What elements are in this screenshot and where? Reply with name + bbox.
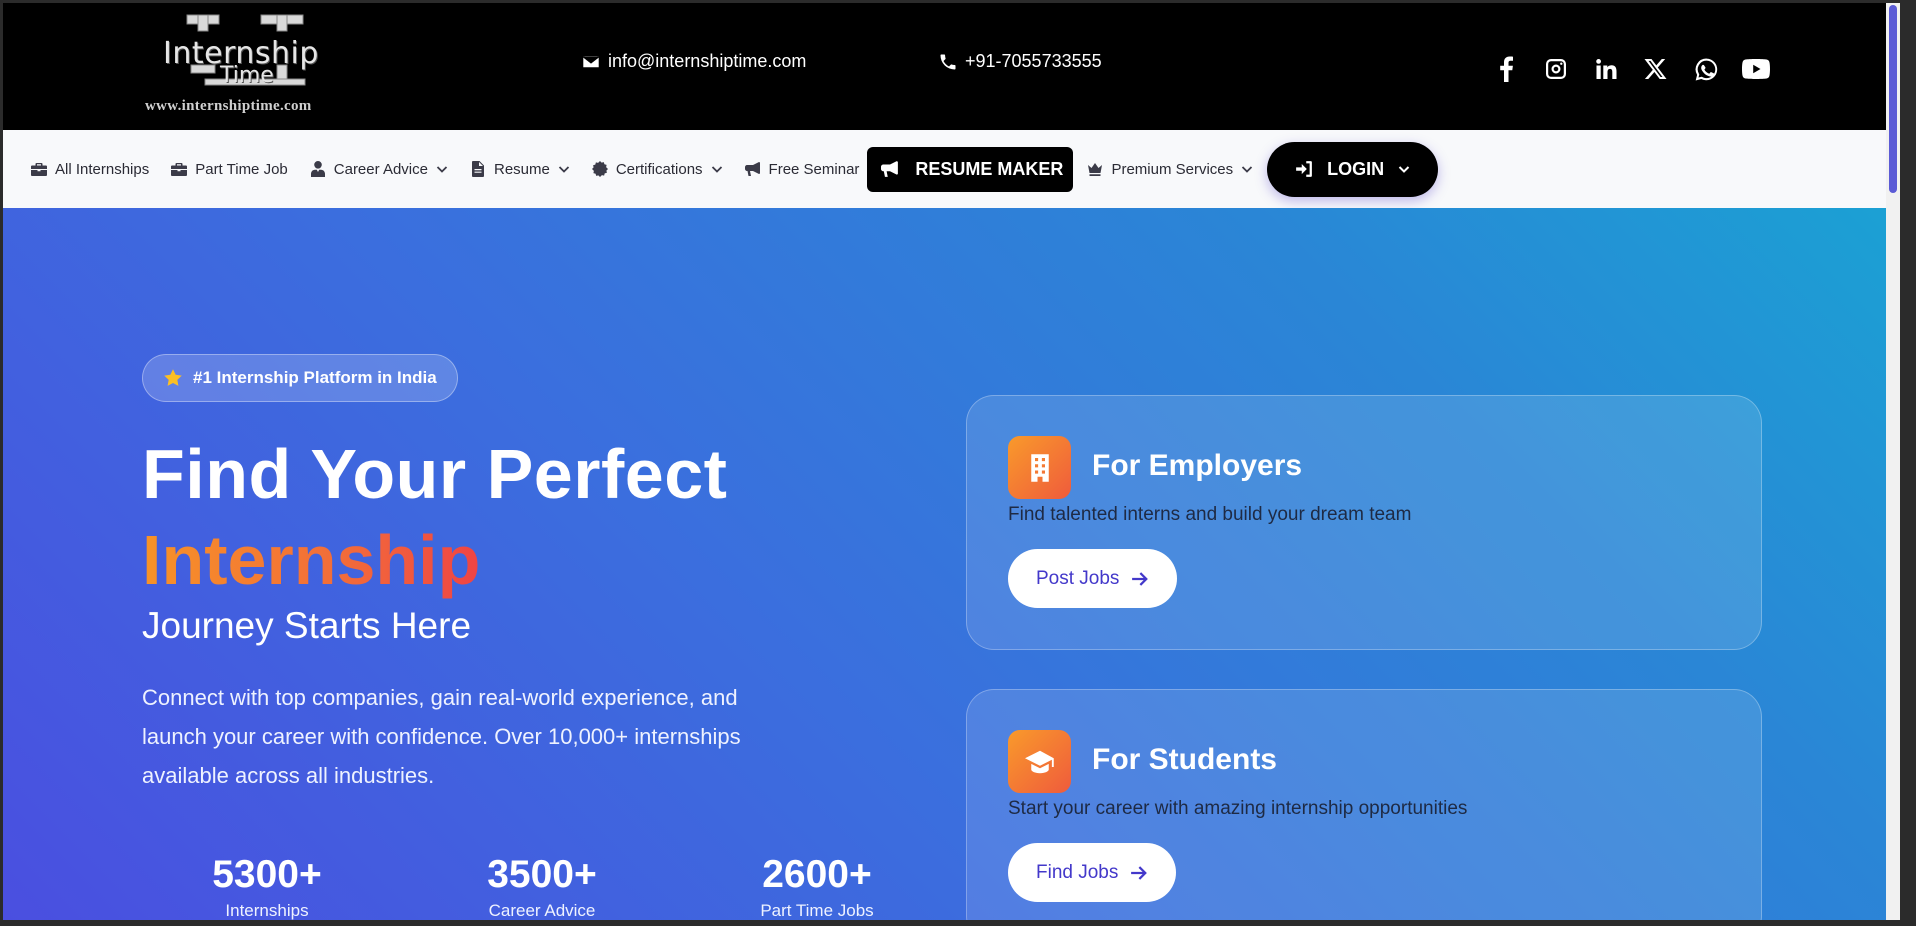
x-icon[interactable] <box>1642 55 1670 83</box>
top-bar: Internship Time www.internshiptime.com i… <box>3 3 1900 130</box>
chevron-down-icon <box>436 166 448 173</box>
badge-text: #1 Internship Platform in India <box>193 368 437 387</box>
chevron-down-icon <box>558 166 569 173</box>
nav-resume[interactable]: Resume <box>470 161 570 178</box>
stat-career-advice: 3500+ Career Advice <box>417 853 667 920</box>
login-button[interactable]: LOGIN <box>1267 141 1439 197</box>
facebook-icon[interactable] <box>1492 55 1520 83</box>
scrollbar-thumb[interactable] <box>1889 5 1897 193</box>
chevron-down-icon <box>711 166 722 173</box>
main-nav: All Internships Part Time Job Career Adv… <box>3 130 1900 208</box>
hero-description: Connect with top companies, gain real-wo… <box>142 685 741 788</box>
post-jobs-label: Post Jobs <box>1036 567 1120 589</box>
nav-certifications[interactable]: Certifications <box>591 160 723 178</box>
browser-viewport: Internship Time www.internshiptime.com i… <box>3 3 1900 920</box>
briefcase-icon <box>171 163 188 176</box>
login-label: LOGIN <box>1327 158 1385 179</box>
students-title: For Students <box>1092 743 1277 776</box>
bullhorn-icon <box>881 161 899 177</box>
site-logo[interactable]: Internship Time www.internshiptime.com <box>143 11 343 121</box>
resume-maker-label: RESUME MAKER <box>915 158 1064 179</box>
nav-career-advice[interactable]: Career Advice <box>310 161 448 178</box>
email-link[interactable]: info@internshiptime.com <box>581 51 806 72</box>
email-text: info@internshiptime.com <box>608 51 807 71</box>
star-icon <box>164 369 182 386</box>
stat-value: 3500+ <box>487 853 597 896</box>
students-card: For Students Start your career with amaz… <box>966 689 1762 920</box>
certificate-icon <box>591 161 608 177</box>
platform-badge: #1 Internship Platform in India <box>142 354 458 402</box>
phone-icon <box>940 54 956 69</box>
employers-title: For Employers <box>1092 449 1303 482</box>
whatsapp-icon[interactable] <box>1692 55 1720 83</box>
building-icon <box>1008 436 1071 499</box>
nav-label: Premium Services <box>1111 160 1234 178</box>
stat-label: Part Time Jobs <box>760 901 874 920</box>
user-tie-icon <box>310 161 325 177</box>
logo-text-secondary: Time <box>220 63 274 88</box>
students-description: Start your career with amazing internshi… <box>1008 798 1468 819</box>
find-jobs-button[interactable]: Find Jobs <box>1008 843 1177 902</box>
graduation-cap-icon <box>1008 730 1071 793</box>
arrow-right-icon <box>1132 571 1149 586</box>
post-jobs-button[interactable]: Post Jobs <box>1008 549 1178 608</box>
hero-title: Find Your Perfect <box>142 435 728 513</box>
stat-label: Career Advice <box>488 901 596 920</box>
stat-label: Internships <box>225 901 309 920</box>
find-jobs-label: Find Jobs <box>1036 861 1119 883</box>
briefcase-icon <box>31 163 47 176</box>
instagram-icon[interactable] <box>1542 55 1570 83</box>
stat-value: 2600+ <box>762 853 872 896</box>
nav-label: Career Advice <box>333 160 428 178</box>
phone-text: +91-7055733555 <box>965 51 1102 71</box>
hero-subtitle: Journey Starts Here <box>142 605 472 646</box>
nav-all-internships[interactable]: All Internships <box>31 161 149 178</box>
social-links <box>1492 55 1770 83</box>
nav-premium-services[interactable]: Premium Services <box>1087 161 1253 178</box>
stat-value: 5300+ <box>212 853 322 896</box>
crown-icon <box>1088 163 1103 176</box>
chevron-down-icon <box>1398 166 1410 173</box>
page-scrollbar[interactable] <box>1886 3 1900 920</box>
hero-section: #1 Internship Platform in India Find You… <box>3 208 1900 920</box>
envelope-icon <box>582 55 600 68</box>
nav-label: Free Seminar <box>768 160 860 178</box>
logo-url: www.internshiptime.com <box>145 98 312 114</box>
nav-label: All Internships <box>55 160 150 178</box>
nav-label: Certifications <box>615 160 703 178</box>
arrow-right-icon <box>1131 865 1148 880</box>
youtube-icon[interactable] <box>1742 55 1770 83</box>
employers-card: For Employers Find talented interns and … <box>966 395 1762 650</box>
sign-in-icon <box>1296 161 1313 177</box>
nav-free-seminar[interactable]: Free Seminar <box>744 160 860 178</box>
nav-label: Resume <box>493 160 550 178</box>
nav-label: Part Time Job <box>195 160 288 178</box>
resume-maker-button[interactable]: RESUME MAKER <box>867 146 1074 192</box>
hero-title-accent: Internship <box>142 521 481 599</box>
bullhorn-icon <box>744 162 760 176</box>
nav-part-time-job[interactable]: Part Time Job <box>171 161 288 178</box>
employers-description: Find talented interns and build your dre… <box>1008 504 1412 525</box>
linkedin-icon[interactable] <box>1592 55 1620 83</box>
chevron-down-icon <box>1242 166 1253 173</box>
stat-part-time-jobs: 2600+ Part Time Jobs <box>692 853 942 920</box>
phone-link[interactable]: +91-7055733555 <box>938 51 1102 72</box>
file-icon <box>471 161 484 177</box>
stat-internships: 5300+ Internships <box>142 853 392 920</box>
